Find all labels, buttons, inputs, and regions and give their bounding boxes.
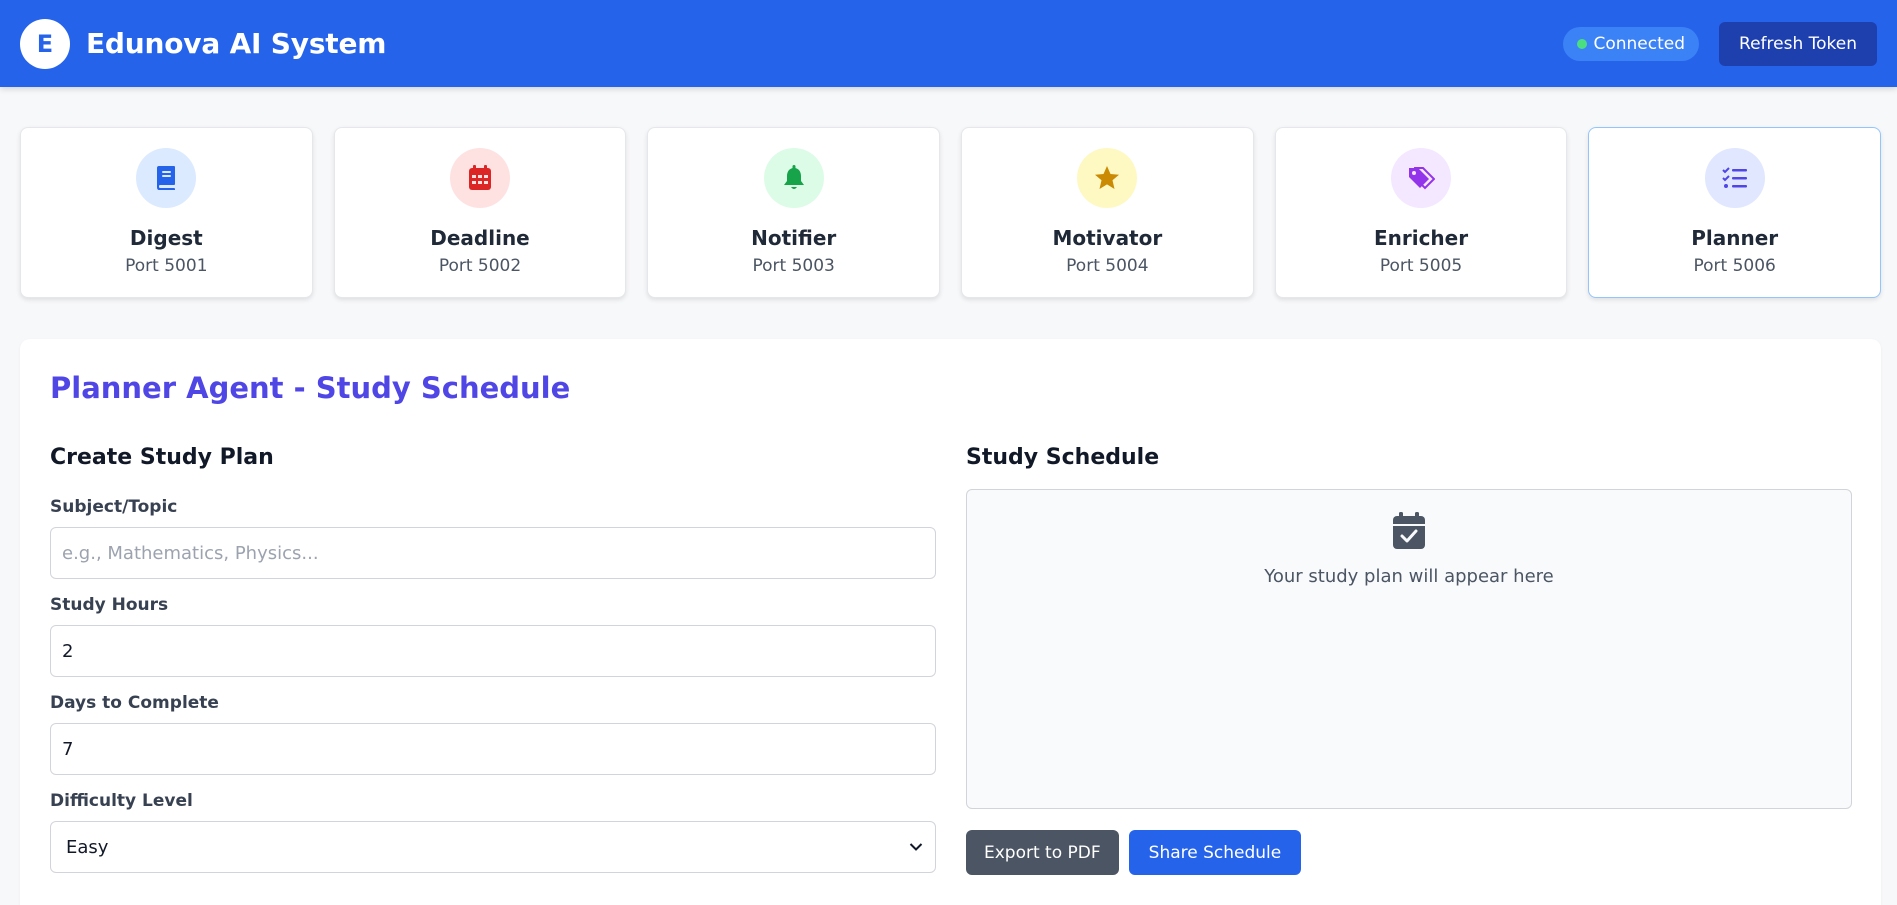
chevron-down-icon <box>909 843 923 851</box>
calendar-check-icon <box>1393 512 1425 549</box>
export-pdf-button[interactable]: Export to PDF <box>966 830 1119 875</box>
agent-name: Digest <box>129 226 203 250</box>
app-title: Edunova AI System <box>86 27 387 60</box>
agent-port: Port 5006 <box>1693 256 1776 276</box>
connection-status-text: Connected <box>1593 33 1686 54</box>
agent-card-notifier[interactable]: Notifier Port 5003 <box>647 127 941 298</box>
calendar-icon <box>450 148 510 208</box>
agent-card-motivator[interactable]: Motivator Port 5004 <box>961 127 1254 298</box>
agent-port: Port 5002 <box>438 256 522 276</box>
agent-port: Port 5004 <box>1066 256 1149 276</box>
status-dot-icon <box>1577 38 1588 49</box>
bell-icon <box>763 148 824 208</box>
agent-name: Planner <box>1691 226 1779 250</box>
page-title: Planner Agent - Study Schedule <box>50 371 571 405</box>
agent-name: Motivator <box>1052 226 1163 250</box>
app-logo: E <box>20 18 70 69</box>
subject-label: Subject/Topic <box>50 497 178 517</box>
header-actions: Connected Refresh Token <box>1563 21 1877 66</box>
refresh-token-button[interactable]: Refresh Token <box>1719 21 1877 66</box>
agent-port: Port 5005 <box>1379 256 1463 276</box>
days-input[interactable] <box>50 723 936 775</box>
study-hours-input[interactable] <box>50 625 936 677</box>
agent-card-digest[interactable]: Digest Port 5001 <box>20 127 313 298</box>
form-section-title: Create Study Plan <box>50 445 274 470</box>
schedule-output: Your study plan will appear here <box>966 489 1852 809</box>
agent-list: Digest Port 5001 Deadline Port 5002 Noti… <box>20 127 1882 298</box>
schedule-section-title: Study Schedule <box>966 445 1160 470</box>
connection-status-badge: Connected <box>1563 26 1700 61</box>
days-label: Days to Complete <box>50 693 219 713</box>
study-schedule-section: Study Schedule Your study plan will appe… <box>966 445 1852 875</box>
schedule-actions: Export to PDF Share Schedule <box>966 830 1852 875</box>
difficulty-select[interactable]: Easy <box>50 821 936 873</box>
agent-name: Deadline <box>430 226 530 250</box>
app-header: E Edunova AI System Connected Refresh To… <box>0 0 1897 87</box>
difficulty-selected-value: Easy <box>66 836 109 858</box>
planner-panel: Planner Agent - Study Schedule Create St… <box>20 339 1881 905</box>
study-hours-label: Study Hours <box>50 595 169 615</box>
study-plan-form: Create Study Plan Subject/Topic Study Ho… <box>50 445 936 873</box>
agent-name: Enricher <box>1373 226 1469 250</box>
agent-port: Port 5001 <box>125 256 208 276</box>
agent-card-enricher[interactable]: Enricher Port 5005 <box>1274 127 1568 298</box>
agent-card-deadline[interactable]: Deadline Port 5002 <box>333 127 627 298</box>
book-icon <box>136 148 197 208</box>
difficulty-label: Difficulty Level <box>50 791 193 811</box>
schedule-empty-text: Your study plan will appear here <box>1264 566 1554 587</box>
star-icon <box>1077 148 1138 208</box>
agent-card-planner[interactable]: Planner Port 5006 <box>1588 127 1882 298</box>
share-schedule-button[interactable]: Share Schedule <box>1128 830 1302 875</box>
subject-input[interactable] <box>50 527 936 579</box>
agent-port: Port 5003 <box>752 256 835 276</box>
list-check-icon <box>1704 148 1765 208</box>
tags-icon <box>1391 148 1452 208</box>
agent-name: Notifier <box>751 226 837 250</box>
